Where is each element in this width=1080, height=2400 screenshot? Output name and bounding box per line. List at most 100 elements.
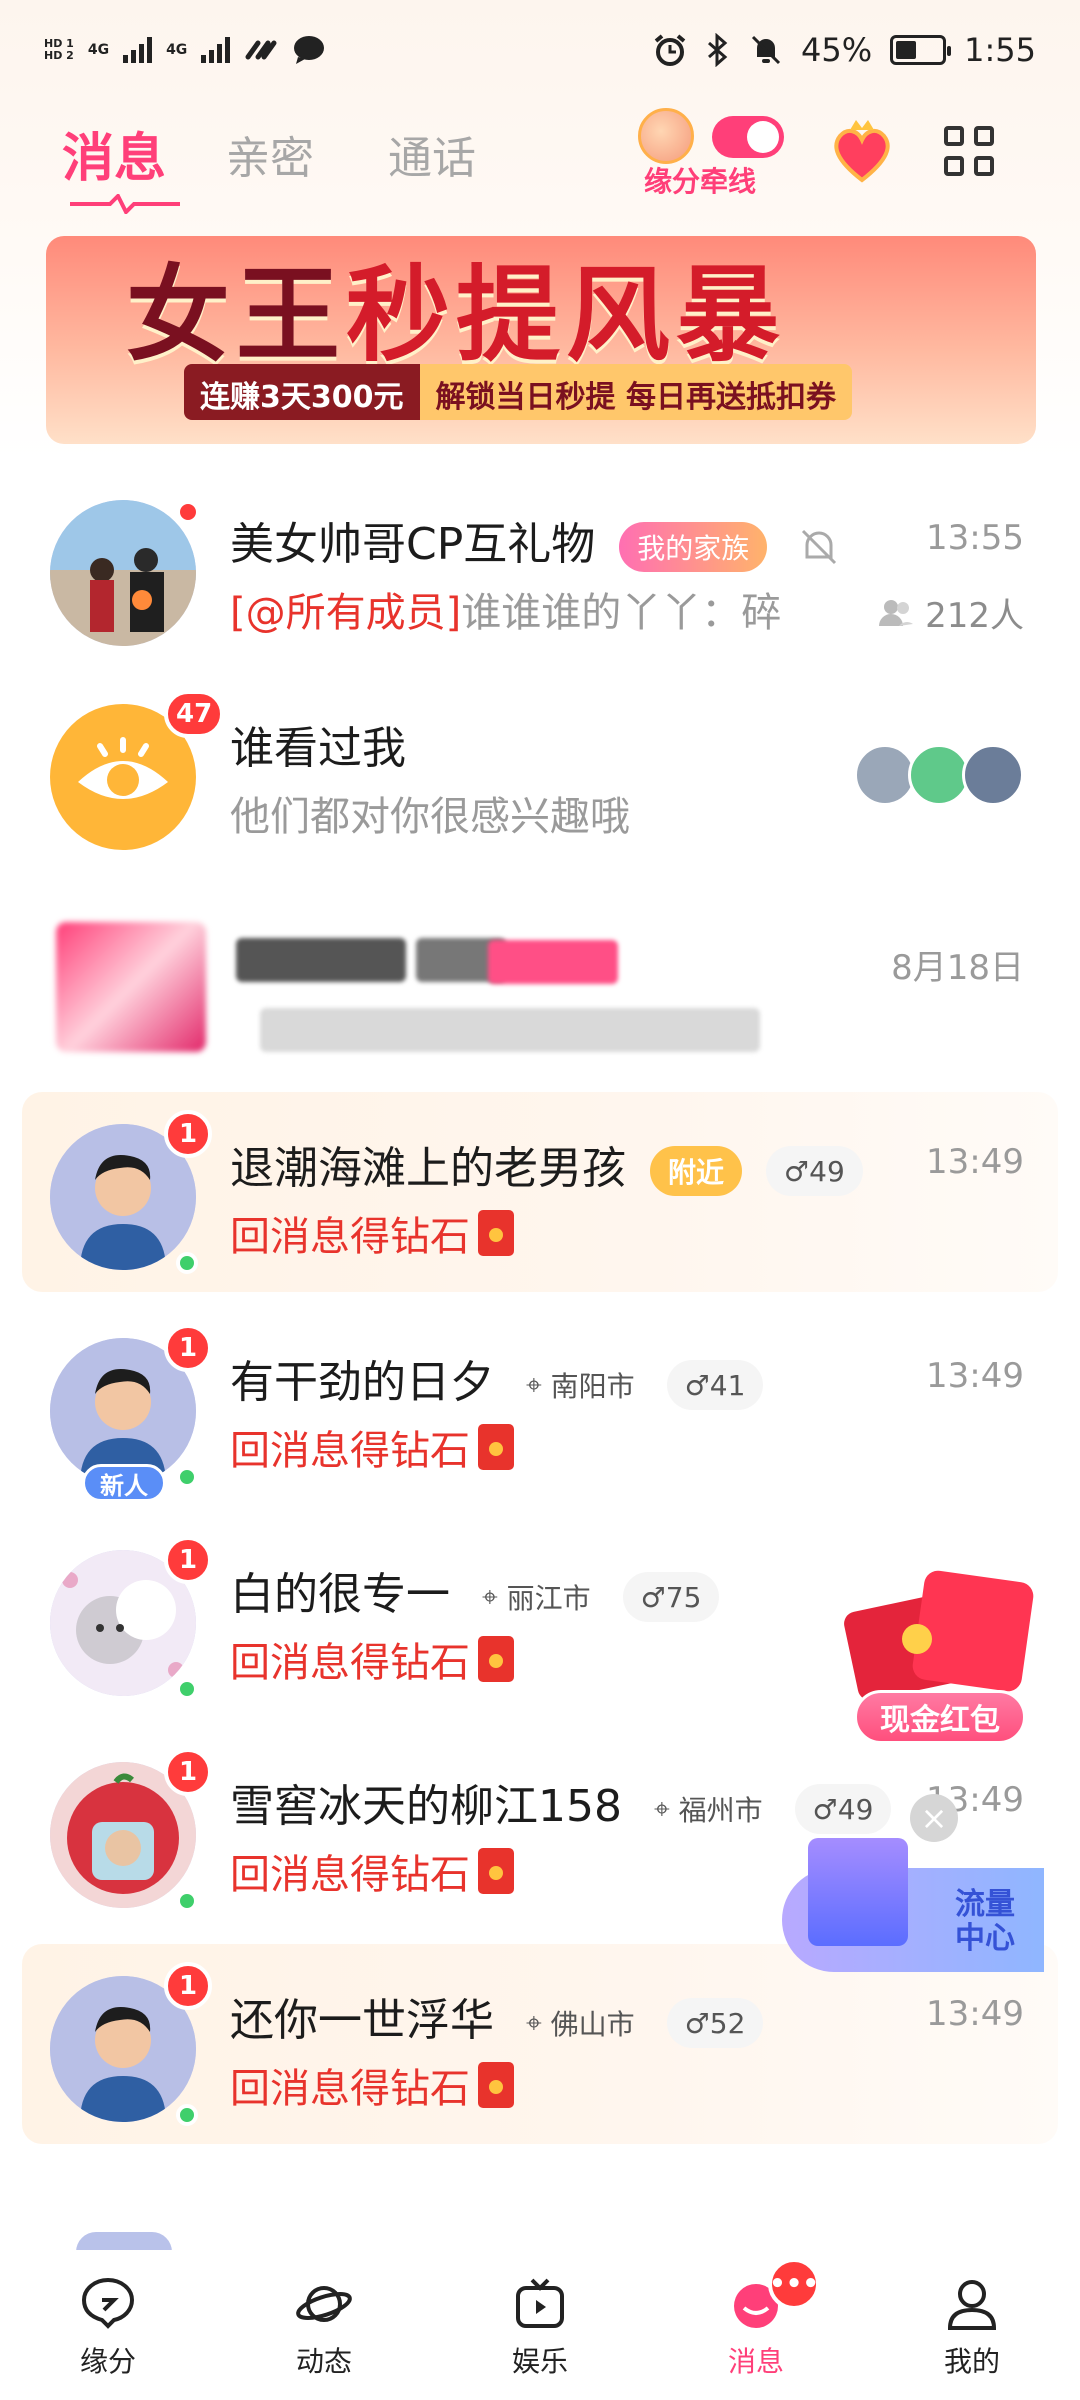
conversation-row[interactable]: 1 新人 有干劲的日夕 ⌖ 南阳市 ♂ 41 回消息得钻石 13:49 <box>0 1306 1080 1506</box>
unread-badge: 1 <box>164 1324 212 1372</box>
preview-text: 回消息得钻石 <box>230 1428 470 1474</box>
location-text: 南阳市 <box>550 1370 635 1403</box>
matchmaking-switch[interactable] <box>712 116 784 158</box>
viewer-avatar <box>962 744 1024 806</box>
location-pin-icon: ⌖ <box>653 1792 670 1825</box>
more-bubble-icon: ••• <box>768 2258 820 2310</box>
next-row-avatar-peek <box>76 2232 172 2252</box>
group-name: 美女帅哥CP互礼物 <box>230 519 596 570</box>
planet-icon <box>296 2286 352 2322</box>
online-indicator <box>176 2104 198 2126</box>
preview-text: 回消息得钻石 <box>230 1640 470 1686</box>
conversation-name: 谁看过我 <box>230 723 406 774</box>
link-icon <box>245 40 277 60</box>
unread-badge: 1 <box>164 1962 212 2010</box>
preview-text: 回消息得钻石 <box>230 2066 470 2112</box>
age-tag: ♂ 41 <box>666 1360 764 1410</box>
user-icon <box>947 2280 997 2330</box>
bluetooth-icon <box>708 33 728 67</box>
conversation-row-family[interactable]: 美女帅哥CP互礼物 我的家族 [@所有成员]谁谁谁的丫丫：碎 13:55 212… <box>0 468 1080 668</box>
age-tag: ♂ 49 <box>794 1784 892 1834</box>
banner-sub-left: 连赚3天300元 <box>184 364 420 420</box>
location-text: 佛山市 <box>550 2008 635 2041</box>
nav-label: 我的 <box>943 2345 1000 2378</box>
nav-item-me[interactable]: 我的 <box>892 2274 1052 2380</box>
conversation-time: 13:49 <box>926 1142 1024 1182</box>
conversation-row[interactable]: 1 还你一世浮华 ⌖ 佛山市 ♂ 52 回消息得钻石 13:49 <box>22 1944 1058 2144</box>
male-icon: ♂ <box>784 1154 810 1188</box>
alarm-icon <box>654 34 686 66</box>
network-type-1: 4G <box>87 42 110 58</box>
age-tag: ♂ 49 <box>766 1146 863 1196</box>
matchmaking-label: 缘分牵线 <box>644 165 757 198</box>
mention-text: [@所有成员] <box>230 590 462 636</box>
nav-item-entertainment[interactable]: 娱乐 <box>460 2274 620 2380</box>
conversation-row-obscured[interactable]: 8月18日 <box>0 884 1080 1084</box>
grid-menu-icon[interactable] <box>944 126 994 176</box>
age-value: 75 <box>665 1580 702 1614</box>
conversation-name: 退潮海滩上的老男孩 附近 ♂ 49 <box>230 1132 863 1196</box>
nav-item-match[interactable]: 缘分 <box>28 2274 188 2380</box>
conversation-preview: 他们都对你很感兴趣哦 <box>230 794 630 840</box>
unread-badge: 1 <box>164 1748 212 1796</box>
nav-label: 缘分 <box>79 2345 136 2378</box>
viewer-avatar <box>908 744 970 806</box>
red-envelope-icon <box>478 1848 514 1894</box>
unread-badge: 47 <box>164 690 225 738</box>
obscured-avatar <box>56 922 206 1052</box>
preview-text: 谁谁谁的丫丫：碎 <box>461 590 782 636</box>
conversation-row[interactable]: 1 退潮海滩上的老男孩 附近 ♂ 49 回消息得钻石 13:49 <box>22 1092 1058 1292</box>
age-tag: ♂ 52 <box>666 1998 764 2048</box>
online-indicator <box>176 1466 198 1488</box>
nav-item-messages[interactable]: ••• 消息 <box>676 2258 836 2380</box>
banner-sub-right: 解锁当日秒提 每日再送抵扣券 <box>419 364 852 420</box>
battery-icon <box>890 35 952 65</box>
conversation-name: 还你一世浮华 ⌖ 佛山市 ♂ 52 <box>230 1984 764 2048</box>
banner-subtitle: 连赚3天300元 解锁当日秒提 每日再送抵扣券 <box>184 364 852 420</box>
unread-dot <box>176 500 200 524</box>
status-bar: HD 1 HD 2 4G 4G 45% 1:55 <box>0 0 1080 100</box>
cash-red-packet-widget[interactable]: 现金红包 <box>841 1566 1036 1746</box>
tab-intimate[interactable]: 亲密 <box>226 122 314 186</box>
male-icon: ♂ <box>684 1368 710 1402</box>
location-text: 丽江市 <box>506 1582 591 1615</box>
conversation-preview: 回消息得钻石 <box>230 1418 514 1476</box>
conversation-name: 有干劲的日夕 ⌖ 南阳市 ♂ 41 <box>230 1346 764 1410</box>
viewer-avatars <box>854 744 1024 806</box>
obscured-name <box>236 938 406 982</box>
battery-percent: 45% <box>801 31 873 69</box>
active-tab-indicator <box>70 194 180 214</box>
traffic-center-widget[interactable]: 流量中心 <box>782 1838 1044 1972</box>
online-indicator <box>176 1252 198 1274</box>
heart-crown-icon[interactable] <box>826 116 898 188</box>
promo-banner[interactable]: 女王秒提风暴 连赚3天300元 解锁当日秒提 每日再送抵扣券 <box>46 236 1036 444</box>
conversation-preview: 回消息得钻石 <box>230 1630 514 1688</box>
conversation-row-viewers[interactable]: 47 谁看过我 他们都对你很感兴趣哦 <box>0 672 1080 872</box>
location-tag: ⌖ 丽江市 <box>474 1572 599 1622</box>
mute-icon <box>802 529 837 565</box>
chart-icon <box>808 1838 908 1946</box>
red-envelope-icon <box>478 2062 514 2108</box>
conversation-preview: [@所有成员]谁谁谁的丫丫：碎 <box>230 580 781 638</box>
user-name: 雪窖冰天的柳江158 <box>230 1781 622 1832</box>
obscured-preview <box>260 1008 760 1052</box>
close-icon[interactable]: × <box>910 1794 958 1842</box>
conversation-time: 13:49 <box>926 1994 1024 2034</box>
header: 消息 亲密 通话 缘分牵线 <box>0 108 1080 228</box>
user-name: 还你一世浮华 <box>230 1995 494 2046</box>
tv-play-icon <box>516 2278 564 2328</box>
tab-calls[interactable]: 通话 <box>388 122 476 186</box>
male-icon: ♂ <box>812 1792 838 1826</box>
conversation-name: 白的很专一 ⌖ 丽江市 ♂ 75 <box>230 1558 720 1622</box>
tab-messages[interactable]: 消息 <box>62 116 166 191</box>
bottom-navigation: 缘分 动态 娱乐 ••• 消息 我的 <box>0 2250 1080 2400</box>
network-type-2: 4G <box>166 42 188 58</box>
avatar <box>50 500 196 646</box>
nav-item-feed[interactable]: 动态 <box>244 2274 404 2380</box>
conversation-preview: 回消息得钻石 <box>230 1842 514 1900</box>
conversation-preview: 回消息得钻石 <box>230 1204 514 1262</box>
matchmaking-toggle[interactable]: 缘分牵线 <box>634 108 794 198</box>
conversation-time: 13:55 <box>926 518 1024 558</box>
location-pin-icon: ⌖ <box>526 1368 542 1401</box>
member-count-text: 212人 <box>925 596 1024 636</box>
